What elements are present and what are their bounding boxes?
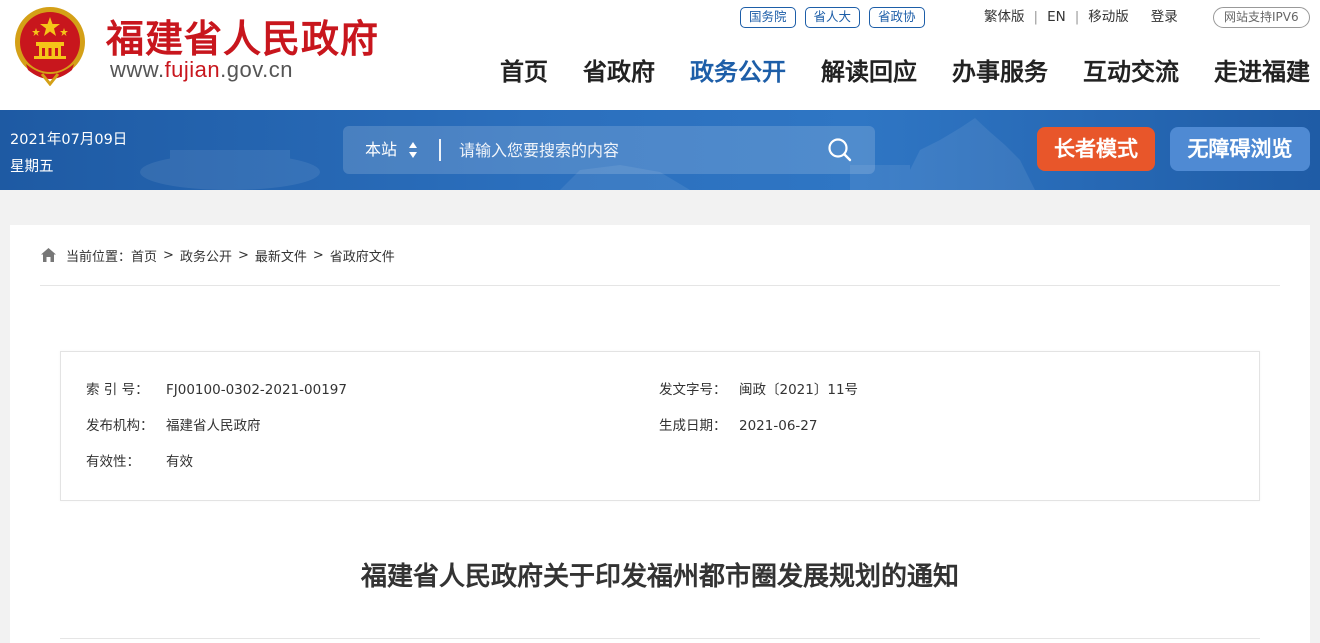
site-url: www.fujian.gov.cn xyxy=(110,57,293,83)
separator: | xyxy=(1074,9,1080,25)
search-icon[interactable] xyxy=(825,136,855,164)
breadcrumb-separator: > xyxy=(312,247,324,263)
home-icon xyxy=(41,248,56,262)
current-date: 2021年07月09日 星期五 xyxy=(10,127,127,181)
search-input[interactable] xyxy=(459,134,819,166)
breadcrumb-government-affairs[interactable]: 政务公开 xyxy=(180,246,232,265)
meta-validity-label: 有效性： xyxy=(86,454,140,470)
sort-arrows-icon[interactable] xyxy=(408,141,418,159)
top-institution-links: 国务院 省人大 省政协 xyxy=(740,7,925,28)
meta-doc-number-label: 发文字号： xyxy=(659,382,727,398)
site-url-highlight: fujian xyxy=(164,57,221,82)
search-divider xyxy=(439,139,441,161)
search-scope-select[interactable]: 本站 xyxy=(365,126,397,174)
nav-interaction[interactable]: 互动交流 xyxy=(1083,55,1179,89)
separator: | xyxy=(1033,9,1039,25)
meta-doc-number-value: 闽政〔2021〕11号 xyxy=(739,382,859,398)
ipv6-badge: 网站支持IPV6 xyxy=(1213,7,1310,28)
nav-interpretation[interactable]: 解读回应 xyxy=(821,55,917,89)
divider xyxy=(40,285,1280,286)
site-title[interactable]: 福建省人民政府 xyxy=(106,8,379,63)
breadcrumb-separator: > xyxy=(163,247,174,263)
link-mobile[interactable]: 移动版 xyxy=(1088,7,1129,27)
link-english[interactable]: EN xyxy=(1047,7,1066,27)
meta-date-label: 生成日期： xyxy=(659,418,727,434)
search-bar: 本站 xyxy=(343,126,875,174)
accessibility-button[interactable]: 无障碍浏览 xyxy=(1170,127,1310,171)
breadcrumb: 当前位置： 首页 > 政务公开 > 最新文件 > 省政府文件 xyxy=(40,245,395,265)
divider xyxy=(60,638,1260,639)
nav-home[interactable]: 首页 xyxy=(500,55,548,89)
link-state-council[interactable]: 国务院 xyxy=(740,7,796,28)
meta-date-value: 2021-06-27 xyxy=(739,418,818,434)
meta-issuer-value: 福建省人民政府 xyxy=(166,418,261,434)
top-utility-links: 繁体版 | EN | 移动版 登录 xyxy=(984,7,1178,27)
breadcrumb-provincial-documents[interactable]: 省政府文件 xyxy=(330,246,395,265)
content-card: 当前位置： 首页 > 政务公开 > 最新文件 > 省政府文件 索 引 号： FJ0… xyxy=(10,225,1310,643)
meta-index-value: FJ00100-0302-2021-00197 xyxy=(166,382,347,398)
date-text: 2021年07月09日 xyxy=(10,132,128,148)
nav-provincial-government[interactable]: 省政府 xyxy=(583,55,655,89)
meta-index: 索 引 号： FJ00100-0302-2021-00197 xyxy=(86,380,347,400)
site-header: 福建省人民政府 www.fujian.gov.cn 国务院 省人大 省政协 繁体… xyxy=(0,0,1320,110)
meta-issuer-label: 发布机构： xyxy=(86,418,154,434)
site-url-suffix: .gov.cn xyxy=(220,57,293,82)
meta-issuer: 发布机构： 福建省人民政府 xyxy=(86,416,261,436)
link-provincial-cppcc[interactable]: 省政协 xyxy=(869,7,925,28)
nav-government-affairs[interactable]: 政务公开 xyxy=(690,55,786,89)
elder-mode-button[interactable]: 长者模式 xyxy=(1037,127,1155,171)
breadcrumb-latest-documents[interactable]: 最新文件 xyxy=(255,246,307,265)
link-provincial-congress[interactable]: 省人大 xyxy=(804,7,861,28)
document-title: 福建省人民政府关于印发福州都市圈发展规划的通知 xyxy=(360,562,959,592)
nav-services[interactable]: 办事服务 xyxy=(952,55,1048,89)
weekday-text: 星期五 xyxy=(10,159,54,175)
site-url-prefix: www. xyxy=(110,57,165,82)
breadcrumb-separator: > xyxy=(237,247,249,263)
document-metadata-box: 索 引 号： FJ00100-0302-2021-00197 发文字号： 闽政〔20… xyxy=(60,351,1260,501)
nav-about-fujian[interactable]: 走进福建 xyxy=(1214,55,1310,89)
meta-validity: 有效性： 有效 xyxy=(86,452,193,472)
breadcrumb-prefix: 当前位置： xyxy=(66,249,132,265)
link-traditional-chinese[interactable]: 繁体版 xyxy=(984,7,1025,27)
meta-index-label: 索 引 号： xyxy=(86,382,149,398)
login-link[interactable]: 登录 xyxy=(1151,7,1178,27)
meta-date: 生成日期： 2021-06-27 xyxy=(659,416,817,436)
national-emblem-logo[interactable] xyxy=(12,4,88,86)
main-nav: 首页 省政府 政务公开 解读回应 办事服务 互动交流 走进福建 xyxy=(500,55,1310,89)
meta-validity-value: 有效 xyxy=(166,454,193,470)
meta-doc-number: 发文字号： 闽政〔2021〕11号 xyxy=(659,380,858,400)
search-banner: 2021年07月09日 星期五 本站 长者模式 无障碍浏览 xyxy=(0,110,1320,190)
breadcrumb-home[interactable]: 首页 xyxy=(131,246,157,265)
